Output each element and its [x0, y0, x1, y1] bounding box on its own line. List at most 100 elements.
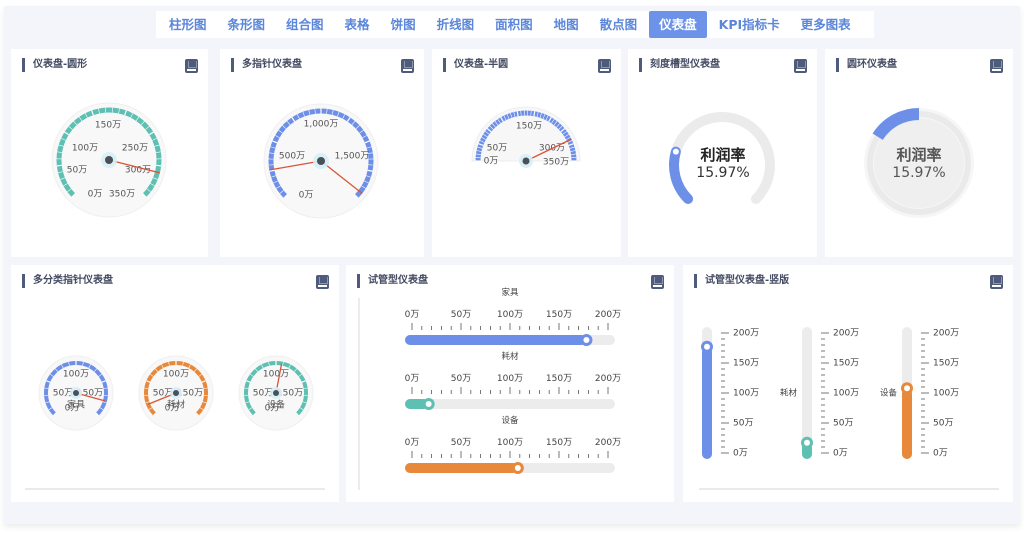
tube-category-label: 设备 [880, 388, 898, 399]
tube-tick-label: 200万 [595, 438, 621, 448]
nav-tab[interactable]: 饼图 [382, 11, 425, 38]
gauge-tick-label: 50万 [487, 144, 507, 154]
tube-vertical-chart: 0万 50万 100万 150万 200万 0万 50万 100万 150万 200万耗材 0万 50… [699, 327, 999, 490]
card-round-gauge: 仪表盘-圆形 0万 50万 100万 150万 250万 300万 350万 [11, 49, 208, 257]
tube-tick-label: 100万 [497, 374, 523, 384]
gauge-tick-label: 100万 [72, 144, 98, 154]
tube-category-label: 家具 [501, 287, 519, 298]
gauge-tick [516, 111, 519, 117]
tube-category-label: 耗材 [780, 388, 798, 399]
tube-category-label: 耗材 [501, 351, 519, 362]
tube-tick-label: 50万 [451, 310, 471, 320]
gauge-category-label: 设备 [267, 399, 285, 411]
card-title: 圆环仪表盘 [836, 58, 897, 72]
tube-handle-dot [904, 385, 910, 392]
card-tube-horizontal: 试管型仪表盘 家具 0万 50万 100万 150万 200万 耗材 0万 50万 100万 150… [346, 265, 674, 502]
tube-tick-label: 50万 [933, 419, 953, 429]
card-half-gauge: 仪表盘-半圆 0万50万150万300万350万 [432, 49, 621, 257]
gauge-tick-label: 100万 [263, 370, 289, 380]
card-title: 试管型仪表盘 [357, 274, 428, 288]
tube-handle-dot [704, 343, 710, 350]
tube-tick-label: 200万 [833, 329, 859, 339]
gauge-tick [156, 164, 162, 167]
gauge-tick-label: 1,000万 [304, 120, 339, 130]
card-title: 多分类指针仪表盘 [22, 274, 113, 288]
nav-tab[interactable]: 表格 [336, 11, 379, 38]
tube-tick-label: 200万 [733, 329, 759, 339]
card-title: 试管型仪表盘-竖版 [694, 274, 789, 288]
chart-type-nav: 柱形图 条形图 组合图 表格 饼图 折线图 面积图 地图 散点图 仪表盘 KPI指标卡 更多图表 [156, 11, 874, 38]
tube-tick-label: 100万 [833, 389, 859, 399]
bookmark-icon[interactable] [316, 275, 329, 289]
tube-tick-label: 0万 [405, 374, 420, 384]
gauge-tick-label: 150万 [95, 121, 121, 131]
nav-tab[interactable]: 散点图 [591, 11, 647, 38]
card-title: 多指针仪表盘 [231, 58, 302, 72]
nav-tab[interactable]: 地图 [545, 11, 588, 38]
gauge-hub [105, 156, 113, 164]
nav-tab[interactable]: 组合图 [277, 11, 333, 38]
tube-tick-label: 150万 [546, 310, 572, 320]
tube-handle-dot [583, 337, 590, 343]
nav-tab[interactable]: 折线图 [428, 11, 484, 38]
bookmark-icon[interactable] [401, 59, 414, 73]
gauge-tick-label: 350万 [543, 158, 569, 168]
tube-tick-label: 200万 [933, 329, 959, 339]
nav-tab[interactable]: 仪表盘 [649, 11, 707, 38]
nav-tab[interactable]: 条形图 [219, 11, 275, 38]
tube-track [405, 399, 615, 409]
tube-tick-label: 100万 [933, 389, 959, 399]
tube-tick-label: 0万 [933, 449, 948, 459]
bookmark-icon[interactable] [651, 275, 664, 289]
tube-tick-label: 100万 [497, 310, 523, 320]
tube-tick-label: 200万 [595, 310, 621, 320]
tube-tick-label: 150万 [546, 438, 572, 448]
gauge-center-label: 利润率 15.97% [859, 144, 979, 181]
gauge-tick-label: 150万 [516, 122, 542, 132]
center-value: 15.97% [892, 165, 946, 181]
tube-fill [702, 346, 712, 459]
gauge-tick-label: 1,500万 [335, 152, 370, 162]
gauge-hub [173, 390, 179, 396]
gauge-hub [317, 157, 325, 165]
nav-tab[interactable]: KPI指标卡 [710, 11, 789, 38]
tube-tick-label: 50万 [833, 419, 853, 429]
tube-tick-label: 50万 [451, 374, 471, 384]
tube-fill [902, 388, 912, 459]
tube-fill [405, 335, 587, 345]
multi-category-gauge-chart: 100万50万 150万0万家具100万50万 150万0万耗材100万50万 150… [25, 355, 325, 490]
tube-tick-label: 50万 [733, 419, 753, 429]
card-title: 刻度槽型仪表盘 [639, 58, 720, 72]
tube-tick-label: 150万 [546, 374, 572, 384]
nav-tab[interactable]: 面积图 [486, 11, 542, 38]
tube-handle-dot [514, 465, 521, 471]
bookmark-icon[interactable] [598, 59, 611, 73]
gauge-tick-label: 100万 [163, 370, 189, 380]
tube-tick-label: 0万 [405, 438, 420, 448]
bookmark-icon[interactable] [794, 59, 807, 73]
tube-tick-label: 50万 [451, 438, 471, 448]
card-title: 仪表盘-半圆 [443, 58, 508, 72]
tube-tick-label: 200万 [595, 374, 621, 384]
card-multi-category-gauge: 多分类指针仪表盘 100万 50万 150万 0万 家具 100万 50万 150万 0万 耗材 1… [11, 265, 339, 502]
card-scale-ring-gauge: 刻度槽型仪表盘 利润率 15.97% [628, 49, 817, 257]
tube-handle-dot [804, 439, 810, 446]
tube-handle-dot [425, 401, 432, 407]
bookmark-icon[interactable] [990, 59, 1003, 73]
nav-tab[interactable]: 柱形图 [160, 11, 216, 38]
bookmark-icon[interactable] [990, 275, 1003, 289]
gauge-tick-label: 250万 [122, 144, 148, 154]
tube-horizontal-chart: 家具0万 50万 100万 150万 200万耗材0万 50万 100万 150万 200万设备… [358, 287, 621, 490]
tube-tick-label: 150万 [933, 359, 959, 369]
card-title: 仪表盘-圆形 [22, 58, 87, 72]
card-multi-pointer-gauge: 多指针仪表盘 0万 500万 1,000万 1,500万 [220, 49, 424, 257]
gauge-hub [522, 157, 530, 165]
card-tube-vertical: 试管型仪表盘-竖版 0万 50万 100万 150万 200万 0万 50万 100万 150万… [683, 265, 1013, 502]
gauge-tick-label: 500万 [279, 152, 305, 162]
gauge-tick-label: 0万 [88, 190, 103, 200]
nav-tab[interactable]: 更多图表 [792, 11, 860, 38]
tube-fill [405, 463, 518, 473]
bookmark-icon[interactable] [185, 59, 198, 73]
gauge-tick [533, 111, 536, 117]
tube-category-label: 设备 [501, 415, 519, 426]
